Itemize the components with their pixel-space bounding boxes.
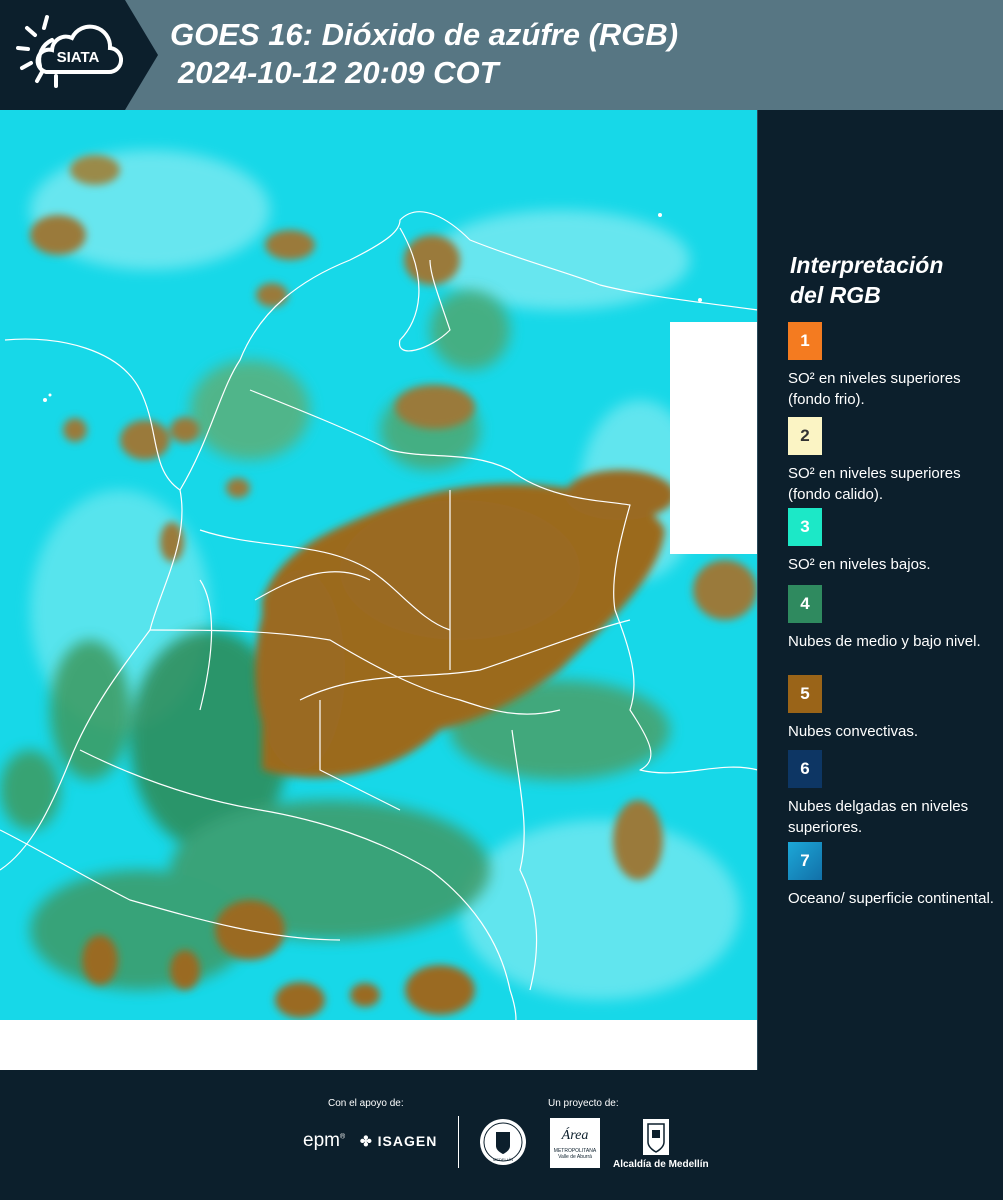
- legend-item-1: 1 SO² en niveles superiores (fondo frio)…: [788, 322, 998, 410]
- legend-label-5: Nubes convectivas.: [788, 723, 919, 740]
- legend-item-5: 5 Nubes convectivas.: [788, 675, 998, 742]
- legend-swatch-3: 3: [788, 508, 822, 546]
- title-line-2: 2024-10-12 20:09 COT: [178, 55, 499, 90]
- svg-text:MEDELLÍN: MEDELLÍN: [493, 1157, 513, 1162]
- epm-logo: epm®: [303, 1130, 346, 1151]
- legend-item-6: 6 Nubes delgadas en niveles superiores.: [788, 750, 998, 838]
- legend-item-2: 2 SO² en niveles superiores (fondo calid…: [788, 417, 998, 505]
- project-label: Un proyecto de:: [548, 1098, 619, 1109]
- satellite-map: [0, 110, 759, 1070]
- legend-label-7: Oceano/ superficie continental.: [788, 890, 994, 907]
- isagen-logo: ✤ ISAGEN: [360, 1133, 438, 1149]
- legend-swatch-5: 5: [788, 675, 822, 713]
- alcaldia-shield-icon: [643, 1119, 669, 1155]
- legend-swatch-2: 2: [788, 417, 822, 455]
- isagen-icon: ✤: [360, 1133, 373, 1149]
- support-label: Con el apoyo de:: [328, 1098, 404, 1109]
- alcaldia-label: Alcaldía de Medellín: [613, 1159, 709, 1170]
- siata-logo: SIATA: [0, 0, 158, 110]
- area-metropolitana-logo: Área METROPOLITANA Valle de Aburrá: [550, 1118, 600, 1168]
- legend-label-4: Nubes de medio y bajo nivel.: [788, 633, 981, 650]
- legend-item-4: 4 Nubes de medio y bajo nivel.: [788, 585, 998, 652]
- medellin-seal-icon: MEDELLÍN: [480, 1119, 526, 1165]
- logo-text: SIATA: [57, 49, 100, 66]
- legend-label-1: SO² en niveles superiores (fondo frio).: [788, 370, 961, 408]
- legend-panel: Interpretación del RGB 1 SO² en niveles …: [758, 110, 1003, 1070]
- legend-swatch-4: 4: [788, 585, 822, 623]
- legend-swatch-7: 7: [788, 842, 822, 880]
- title-line-1: GOES 16: Dióxido de azúfre (RGB): [170, 17, 679, 52]
- legend-swatch-1: 1: [788, 322, 822, 360]
- legend-label-3: SO² en niveles bajos.: [788, 556, 931, 573]
- legend-item-3: 3 SO² en niveles bajos.: [788, 508, 998, 575]
- legend-swatch-6: 6: [788, 750, 822, 788]
- legend-label-2: SO² en niveles superiores (fondo calido)…: [788, 465, 961, 503]
- footer-bar: Con el apoyo de: Un proyecto de: epm® ✤ …: [0, 1070, 1003, 1200]
- legend-item-7: 7 Oceano/ superficie continental.: [788, 842, 998, 909]
- header-bar: SIATA GOES 16: Dióxido de azúfre (RGB) 2…: [0, 0, 1003, 110]
- footer-divider: [458, 1116, 459, 1168]
- legend-label-6: Nubes delgadas en niveles superiores.: [788, 798, 969, 836]
- page-title: GOES 16: Dióxido de azúfre (RGB) 2024-10…: [170, 16, 678, 92]
- legend-title: Interpretación del RGB: [790, 252, 944, 308]
